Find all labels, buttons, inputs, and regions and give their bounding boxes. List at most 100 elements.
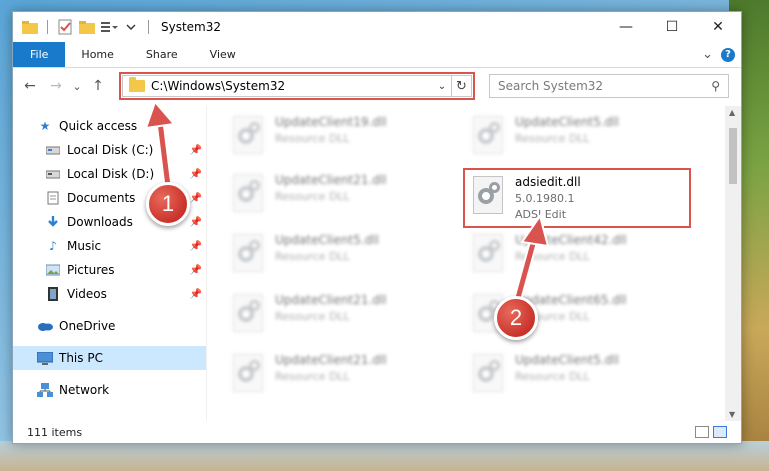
file-description: ADSI Edit — [515, 208, 567, 221]
pin-icon[interactable]: 📌 — [190, 193, 202, 204]
pin-icon[interactable]: 📌 — [190, 217, 202, 228]
nav-label: Local Disk (C:) — [67, 143, 154, 157]
folder-icon — [129, 77, 145, 92]
nav-label: This PC — [59, 351, 103, 365]
nav-onedrive[interactable]: OneDrive — [13, 314, 206, 338]
pin-icon[interactable]: 📌 — [190, 145, 202, 156]
file-item[interactable]: UpdateClient21.dll Resource DLL — [229, 172, 449, 228]
qat-separator — [148, 20, 149, 34]
chevron-down-icon[interactable] — [122, 18, 140, 36]
tab-view[interactable]: View — [194, 42, 252, 67]
details-view-icon[interactable] — [695, 426, 709, 438]
file-name: UpdateClient5.dll — [515, 353, 619, 367]
file-description: Resource DLL — [275, 190, 350, 203]
tab-file[interactable]: File — [13, 42, 66, 67]
scroll-up-icon[interactable]: ▲ — [729, 108, 735, 117]
file-item[interactable]: UpdateClient5.dll Resource DLL — [469, 352, 689, 408]
file-name: UpdateClient19.dll — [275, 115, 387, 129]
nav-label: Music — [67, 239, 102, 253]
computer-icon — [37, 351, 53, 365]
tiles-view-icon[interactable] — [713, 426, 727, 438]
address-path[interactable]: C:\Windows\System32 — [151, 79, 433, 93]
nav-videos[interactable]: Videos 📌 — [13, 282, 206, 306]
nav-this-pc[interactable]: This PC — [13, 346, 206, 370]
navigation-pane: ★ Quick access Local Disk (C:) 📌 Local D… — [13, 106, 207, 421]
documents-icon — [45, 191, 61, 205]
nav-label: Downloads — [67, 215, 133, 229]
new-folder-icon[interactable] — [78, 18, 96, 36]
nav-local-disk-d[interactable]: Local Disk (D:) 📌 — [13, 162, 206, 186]
address-dropdown-icon[interactable]: ⌄ — [433, 81, 451, 92]
pin-icon[interactable]: 📌 — [190, 241, 202, 252]
cloud-icon — [37, 319, 53, 333]
file-item[interactable]: UpdateClient19.dll Resource DLL — [229, 114, 449, 170]
file-description: Resource DLL — [275, 250, 350, 263]
pictures-icon — [45, 263, 61, 277]
back-button[interactable]: ← — [19, 75, 41, 97]
minimize-button[interactable]: — — [603, 12, 649, 42]
refresh-button[interactable]: ↻ — [451, 76, 471, 96]
file-name: adsiedit.dll — [515, 175, 581, 189]
dll-file-icon — [469, 232, 509, 276]
folder-icon — [21, 18, 39, 36]
file-item[interactable]: UpdateClient21.dll Resource DLL — [229, 292, 449, 348]
nav-gap — [13, 338, 206, 346]
close-button[interactable]: ✕ — [695, 12, 741, 42]
vertical-scrollbar[interactable]: ▲ ▼ — [725, 106, 741, 421]
forward-button[interactable]: → — [45, 75, 67, 97]
properties-icon[interactable] — [56, 18, 74, 36]
scrollbar-thumb[interactable] — [729, 128, 737, 184]
up-button[interactable]: ↑ — [87, 75, 109, 97]
nav-label: OneDrive — [59, 319, 116, 333]
file-description: Resource DLL — [515, 132, 590, 145]
search-box[interactable]: Search System32 ⚲ — [489, 74, 729, 98]
maximize-button[interactable]: ☐ — [649, 12, 695, 42]
dll-file-icon — [469, 174, 509, 218]
file-description: Resource DLL — [275, 132, 350, 145]
dll-file-icon — [229, 114, 269, 158]
callout-number-2: 2 — [494, 296, 538, 340]
search-input[interactable]: Search System32 — [498, 79, 711, 93]
nav-pictures[interactable]: Pictures 📌 — [13, 258, 206, 282]
star-icon: ★ — [39, 119, 51, 133]
scroll-down-icon[interactable]: ▼ — [729, 410, 735, 419]
help-icon[interactable]: ? — [721, 47, 735, 62]
nav-label: Local Disk (D:) — [67, 167, 155, 181]
expand-ribbon-icon[interactable]: ⌄ — [702, 47, 713, 62]
nav-music[interactable]: ♪ Music 📌 — [13, 234, 206, 258]
recent-locations-button[interactable]: ⌄ — [71, 75, 83, 97]
title-bar: System32 — ☐ ✕ — [13, 12, 741, 42]
item-count: 111 items — [27, 425, 83, 439]
nav-network[interactable]: Network — [13, 378, 206, 402]
customize-icon[interactable] — [100, 18, 118, 36]
file-item-adsiedit[interactable]: adsiedit.dll 5.0.1980.1 ADSI Edit — [469, 174, 689, 230]
callout-number-1: 1 — [146, 182, 190, 226]
nav-local-disk-c[interactable]: Local Disk (C:) 📌 — [13, 138, 206, 162]
file-item[interactable]: UpdateClient21.dll Resource DLL — [229, 352, 449, 408]
desktop-ground — [0, 441, 769, 471]
main-area: ★ Quick access Local Disk (C:) 📌 Local D… — [13, 106, 741, 421]
file-item[interactable]: UpdateClient5.dll Resource DLL — [229, 232, 449, 288]
file-item[interactable]: UpdateClient5.dll Resource DLL — [469, 114, 689, 170]
window-controls: — ☐ ✕ — [603, 12, 741, 42]
address-row: ← → ⌄ ↑ C:\Windows\System32 ⌄ ↻ Search S… — [13, 68, 741, 104]
file-description: Resource DLL — [515, 370, 590, 383]
dll-file-icon — [469, 114, 509, 158]
dll-file-icon — [469, 352, 509, 396]
tab-home[interactable]: Home — [65, 42, 129, 67]
search-icon[interactable]: ⚲ — [711, 79, 720, 93]
file-list: UpdateClient19.dll Resource DLL UpdateCli… — [207, 106, 741, 421]
file-name: UpdateClient5.dll — [275, 233, 379, 247]
qat-separator — [47, 20, 48, 34]
address-bar[interactable]: C:\Windows\System32 ⌄ ↻ — [122, 75, 472, 97]
nav-label: Network — [59, 383, 110, 397]
nav-quick-access[interactable]: ★ Quick access — [13, 114, 206, 138]
pin-icon[interactable]: 📌 — [190, 265, 202, 276]
tab-share[interactable]: Share — [130, 42, 194, 67]
file-name: UpdateClient21.dll — [275, 353, 387, 367]
file-item[interactable]: UpdateClient42.dll Resource DLL — [469, 232, 689, 288]
pin-icon[interactable]: 📌 — [190, 289, 202, 300]
address-highlight: C:\Windows\System32 ⌄ ↻ — [119, 72, 475, 100]
drive-icon — [45, 167, 61, 181]
pin-icon[interactable]: 📌 — [190, 169, 202, 180]
